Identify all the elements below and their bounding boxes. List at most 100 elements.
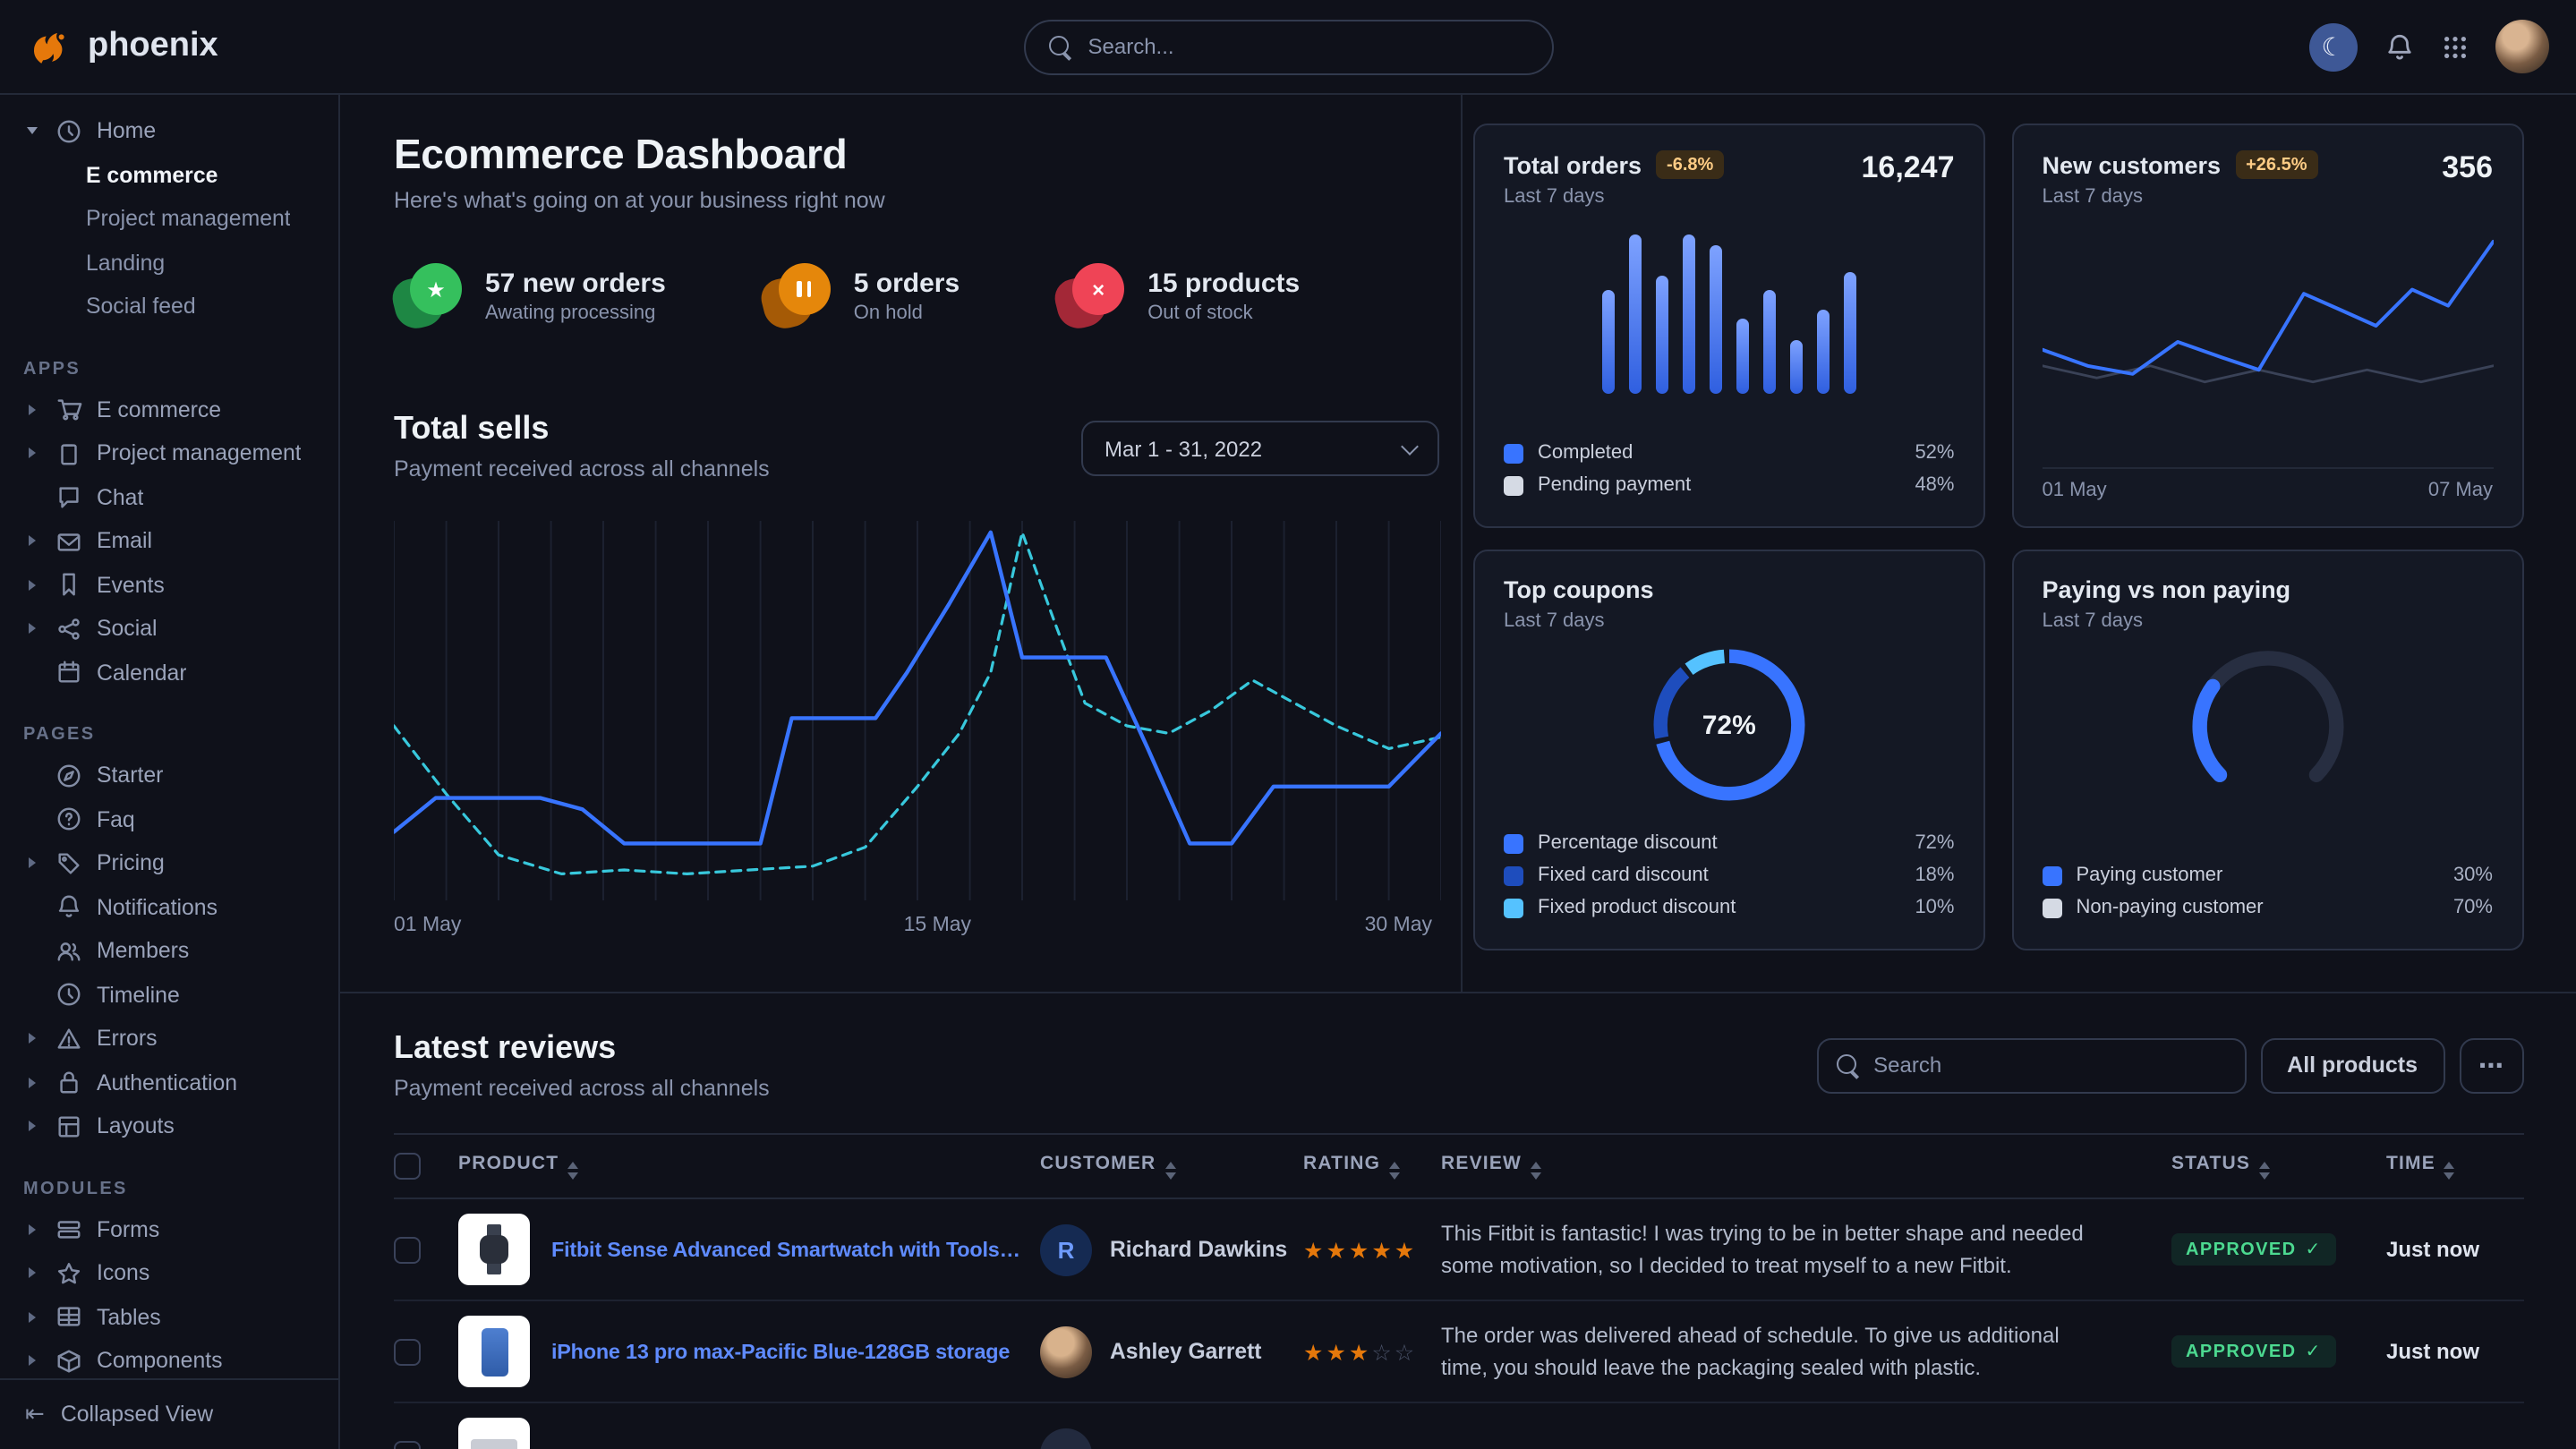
select-all-checkbox[interactable] [394, 1153, 421, 1180]
sidebar-item-components[interactable]: Components [0, 1339, 338, 1383]
card-title: Paying vs non paying [2043, 576, 2291, 603]
total-sells-header: Total sells Payment received across all … [394, 410, 1439, 482]
sidebar-item-events[interactable]: Events [0, 563, 338, 607]
legend-row: Paying customer30% [2043, 859, 2494, 891]
time-cell [2386, 1402, 2523, 1449]
sidebar-item-members[interactable]: Members [0, 929, 338, 973]
customer-name: Richard Dawkins [1110, 1237, 1287, 1262]
collapse-view-button[interactable]: ⇤ Collapsed View [0, 1377, 338, 1449]
star-filled-icon: ★ [1326, 1340, 1348, 1365]
sidebar-item-faq[interactable]: Faq [0, 797, 338, 841]
sidebar-item-landing[interactable]: Landing [0, 241, 338, 285]
caret-down-icon [23, 128, 41, 135]
column-header-rating[interactable]: RATING [1303, 1134, 1441, 1198]
global-search-input[interactable] [1088, 34, 1529, 59]
sidebar-item-pricing[interactable]: Pricing [0, 841, 338, 885]
sidebar-item-project-management[interactable]: Project management [0, 431, 338, 475]
global-search[interactable] [1024, 19, 1554, 74]
sidebar-item-social[interactable]: Social [0, 607, 338, 651]
column-header-review[interactable]: REVIEW [1441, 1134, 2171, 1198]
sidebar-item-icons[interactable]: Icons [0, 1251, 338, 1295]
legend-value: 10% [1915, 897, 1954, 918]
sidebar-item-email[interactable]: Email [0, 519, 338, 563]
sidebar-item-authentication[interactable]: Authentication [0, 1061, 338, 1104]
sidebar-item-label: Project management [86, 207, 291, 232]
main-content: Ecommerce Dashboard Here's what's going … [340, 95, 2576, 1449]
sidebar-item-errors[interactable]: Errors [0, 1017, 338, 1061]
sidebar-item-timeline[interactable]: Timeline [0, 973, 338, 1017]
sidebar-item-social-feed[interactable]: Social feed [0, 285, 338, 328]
bookmark-icon [55, 572, 82, 599]
sidebar-item-forms[interactable]: Forms [0, 1207, 338, 1251]
sidebar-item-layouts[interactable]: Layouts [0, 1104, 338, 1148]
row-checkbox[interactable] [394, 1236, 421, 1263]
orders-legend: Completed52%Pending payment48% [1504, 437, 1955, 501]
legend-row: Pending payment48% [1504, 469, 1955, 501]
reviews-search[interactable] [1816, 1037, 2246, 1093]
reviews-search-input[interactable] [1873, 1053, 2226, 1078]
apps-grid-button[interactable] [2441, 33, 2468, 60]
more-options-button[interactable]: ⋯ [2459, 1037, 2523, 1093]
sidebar-item-label: Components [97, 1349, 223, 1374]
phoenix-logo-icon [29, 24, 73, 69]
caret-right-icon [23, 1224, 41, 1235]
legend-swatch-icon [1504, 443, 1523, 463]
sidebar-item-label: Errors [97, 1027, 157, 1052]
status-cell: APPROVED✓ [2171, 1300, 2386, 1402]
legend-label: Non-paying customer [2077, 897, 2264, 918]
sort-icon [567, 1162, 578, 1180]
customer[interactable] [1040, 1428, 1289, 1449]
sidebar-item-label: Chat [97, 485, 143, 510]
product-link[interactable]: iPhone 13 pro max-Pacific Blue-128GB sto… [551, 1340, 1026, 1363]
sidebar-item-project-management[interactable]: Project management [0, 197, 338, 241]
legend-value: 18% [1915, 865, 1954, 886]
customer[interactable]: RRichard Dawkins [1040, 1223, 1289, 1275]
all-products-button[interactable]: All products [2260, 1037, 2444, 1093]
legend-row: Fixed product discount 10% [1504, 891, 1955, 924]
user-avatar[interactable] [2495, 20, 2548, 73]
card-title: Total orders [1504, 151, 1642, 178]
sidebar-item-starter[interactable]: Starter [0, 754, 338, 797]
sidebar-item-chat[interactable]: Chat [0, 475, 338, 519]
reviews-tbody: Fitbit Sense Advanced Smartwatch with To… [394, 1198, 2523, 1449]
column-header-customer[interactable]: CUSTOMER [1040, 1134, 1303, 1198]
sidebar-item-home[interactable]: Home [0, 109, 338, 153]
sidebar-item-tables[interactable]: Tables [0, 1295, 338, 1339]
column-header-status[interactable]: STATUS [2171, 1134, 2386, 1198]
sidebar-item-label: Starter [97, 763, 163, 788]
brand[interactable]: phoenix [29, 24, 218, 69]
sidebar-item-calendar[interactable]: Calendar [0, 651, 338, 695]
stat-value: 5 orders [854, 268, 960, 298]
chat-icon [55, 484, 82, 511]
sidebar: HomeE commerceProject managementLandingS… [0, 95, 340, 1449]
sidebar-item-notifications[interactable]: Notifications [0, 885, 338, 929]
legend-swatch-icon [1504, 833, 1523, 853]
row-checkbox[interactable] [394, 1338, 421, 1365]
product-link[interactable]: Fitbit Sense Advanced Smartwatch with To… [551, 1238, 1026, 1261]
coupons-legend: Percentage discount72%Fixed card discoun… [1504, 827, 1955, 924]
date-range-select[interactable]: Mar 1 - 31, 2022 [1081, 421, 1439, 476]
notifications-button[interactable] [2384, 31, 2414, 62]
summary-cards: Total orders -6.8% Last 7 days 16,247 Co… [1463, 95, 2576, 992]
sidebar-item-e-commerce[interactable]: E commerce [0, 153, 338, 197]
x-label: 01 May [394, 915, 461, 936]
column-header-time[interactable]: TIME [2386, 1134, 2523, 1198]
layout: HomeE commerceProject managementLandingS… [0, 95, 2576, 1449]
caret-right-icon [23, 624, 41, 635]
star-filled-icon: ★ [1349, 1340, 1371, 1365]
time-cell: Just now [2386, 1198, 2523, 1300]
product-image-watch [480, 1235, 508, 1264]
caret-right-icon [23, 1034, 41, 1044]
theme-toggle-button[interactable]: ☾ [2308, 22, 2357, 71]
customer[interactable]: Ashley Garrett [1040, 1325, 1289, 1377]
row-checkbox[interactable] [394, 1440, 421, 1449]
sidebar-item-e-commerce[interactable]: E commerce [0, 388, 338, 431]
column-header-product[interactable]: PRODUCT [458, 1134, 1040, 1198]
rating-cell: ★★★☆☆ [1303, 1300, 1441, 1402]
cart-icon [55, 396, 82, 423]
legend-swatch-icon [1504, 865, 1523, 885]
dashboard-top: Ecommerce Dashboard Here's what's going … [340, 95, 2576, 993]
legend-label: Fixed product discount [1538, 897, 1736, 918]
reviews-table: PRODUCTCUSTOMERRATINGREVIEWSTATUSTIME Fi… [394, 1133, 2523, 1449]
legend-label: Percentage discount [1538, 832, 1718, 854]
